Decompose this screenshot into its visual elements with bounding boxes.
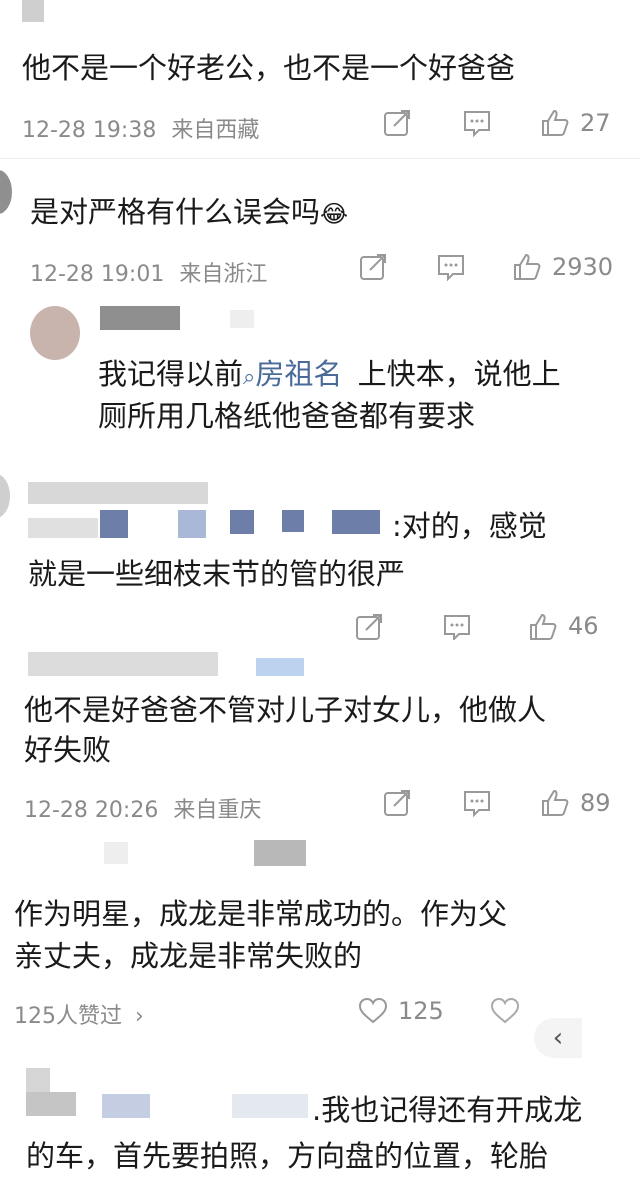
avatar (0, 170, 12, 214)
comment-location: 来自重庆 (173, 798, 262, 823)
comment-text-line2: 亲丈夫，成龙是非常失败的 (14, 939, 363, 973)
blurred-text (28, 518, 98, 538)
like-count: 2930 (552, 253, 614, 281)
blurred-mention (332, 510, 380, 534)
liked-by-link[interactable]: 125人赞过 › (14, 998, 144, 1030)
comment-text: 作为明星，成龙是非常成功的。作为父 (14, 897, 508, 931)
share-button[interactable] (354, 612, 384, 640)
laughing-emoji-icon: 😂 (320, 200, 349, 228)
blurred-username (100, 306, 180, 330)
like-button[interactable]: 89 (540, 788, 611, 818)
heart-icon (358, 997, 388, 1024)
reply-text-rest: 上快本，说他上 (357, 357, 561, 391)
mention-name: 房祖名 (255, 357, 343, 391)
like-count: 27 (580, 109, 611, 137)
comment-icon (464, 791, 490, 818)
blurred-mention (232, 1094, 308, 1118)
comment-icon (444, 615, 470, 640)
blurred-mention (282, 510, 304, 532)
comment-location: 来自浙江 (179, 262, 268, 287)
comment-button[interactable] (442, 612, 472, 640)
comment-button[interactable] (462, 108, 492, 138)
share-icon (360, 254, 386, 280)
comment-meta: 12-28 19:38 来自西藏 (22, 112, 259, 144)
comment-location: 来自西藏 (171, 118, 260, 143)
comment-icon (438, 255, 464, 282)
blurred-username (26, 1092, 76, 1116)
avatar (0, 474, 10, 518)
blurred-mention (100, 510, 128, 538)
like-button[interactable]: 2930 (512, 252, 613, 282)
comment-button[interactable] (436, 252, 466, 282)
like-button[interactable]: 27 (540, 108, 611, 138)
share-heart-icon-cropped[interactable] (490, 996, 530, 1028)
blurred-username (28, 482, 208, 504)
chevron-right-icon: › (135, 1004, 144, 1029)
like-button[interactable]: 46 (528, 612, 599, 640)
comment-text: 他不是一个好老公，也不是一个好爸爸 (22, 51, 516, 85)
thumbs-up-icon (542, 109, 569, 136)
comment-text: 他不是好爸爸不管对儿子对女儿，他做人 (24, 693, 547, 727)
blurred-mention (102, 1094, 150, 1118)
like-count: 89 (580, 789, 611, 817)
share-button[interactable] (382, 108, 412, 138)
comment-date: 12-28 19:38 (22, 118, 157, 143)
mention-link[interactable]: ⌕房祖名 (243, 357, 342, 391)
blurred-username (28, 652, 218, 676)
reply-text: 我记得以前⌕房祖名 上快本，说他上 (98, 352, 561, 400)
comment-text-line2: 好失败 (24, 733, 112, 767)
back-button[interactable]: ‹ (534, 1018, 582, 1058)
blurred-badge (256, 658, 304, 676)
share-icon (356, 614, 382, 640)
comment-meta: 12-28 19:01 来自浙江 (30, 256, 267, 288)
liked-by-text: 125人赞过 (14, 1004, 122, 1029)
comment-text: .我也记得还有开成龙 (312, 1093, 583, 1127)
thumbs-up-icon (514, 253, 541, 280)
divider (0, 158, 640, 159)
avatar (26, 1068, 50, 1092)
thumbs-up-icon (542, 789, 569, 816)
blurred-username (22, 0, 44, 22)
reply-text-line2: 厕所用几格纸他爸爸都有要求 (98, 399, 476, 433)
heart-count: 125 (398, 997, 444, 1025)
comment-button[interactable] (462, 788, 492, 818)
blurred-username (230, 310, 254, 328)
share-icon (384, 110, 410, 136)
blurred-username (104, 842, 128, 864)
heart-like-button[interactable]: 125 (358, 996, 444, 1026)
comment-date: 12-28 19:01 (30, 262, 165, 287)
blurred-username (254, 840, 306, 866)
comment-text: :对的，感觉 (392, 509, 547, 543)
comment-text: 是对严格有什么误会吗😂 (30, 190, 348, 236)
comment-meta-cropped (26, 618, 246, 640)
comment-icon (464, 111, 490, 138)
comment-text-main: 是对严格有什么误会吗 (30, 195, 321, 229)
comment-meta: 12-28 20:26 来自重庆 (24, 792, 261, 824)
like-count: 46 (568, 612, 599, 640)
share-icon (384, 790, 410, 816)
share-button[interactable] (382, 788, 412, 818)
chevron-left-icon: ‹ (552, 1023, 564, 1053)
comment-text-line2: 的车，首先要拍照，方向盘的位置，轮胎 (26, 1139, 549, 1173)
thumbs-up-icon (530, 613, 557, 640)
share-button[interactable] (358, 252, 388, 282)
comment-text-line2: 就是一些细枝末节的管的很严 (28, 557, 406, 591)
search-icon: ⌕ (243, 365, 256, 390)
avatar (30, 306, 80, 360)
heart-icon (490, 997, 520, 1024)
blurred-mention (230, 510, 254, 534)
reply-text-prefix: 我记得以前 (98, 357, 244, 391)
blurred-mention (178, 510, 206, 538)
comment-date: 12-28 20:26 (24, 798, 159, 823)
